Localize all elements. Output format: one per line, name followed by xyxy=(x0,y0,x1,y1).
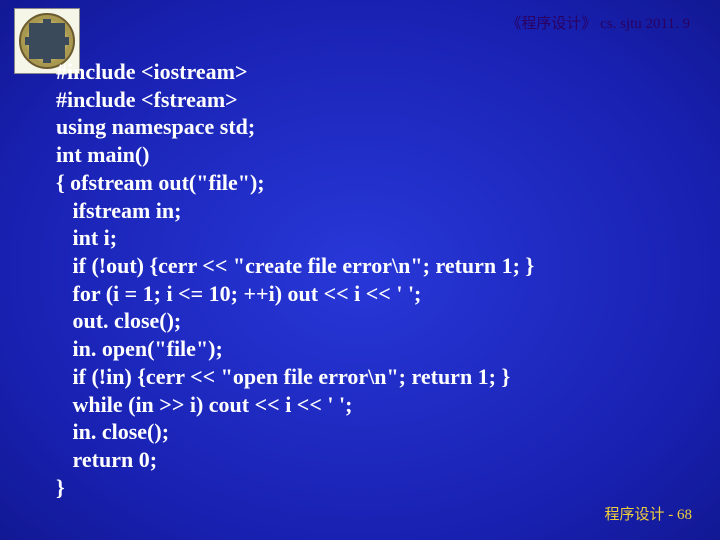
slide-footer: 程序设计 - 68 xyxy=(605,503,693,524)
code-block: #include <iostream> #include <fstream> u… xyxy=(56,58,534,502)
logo-gear-icon xyxy=(29,23,65,59)
slide-header: 《程序设计》 cs. sjtu 2011. 9 xyxy=(506,12,690,33)
